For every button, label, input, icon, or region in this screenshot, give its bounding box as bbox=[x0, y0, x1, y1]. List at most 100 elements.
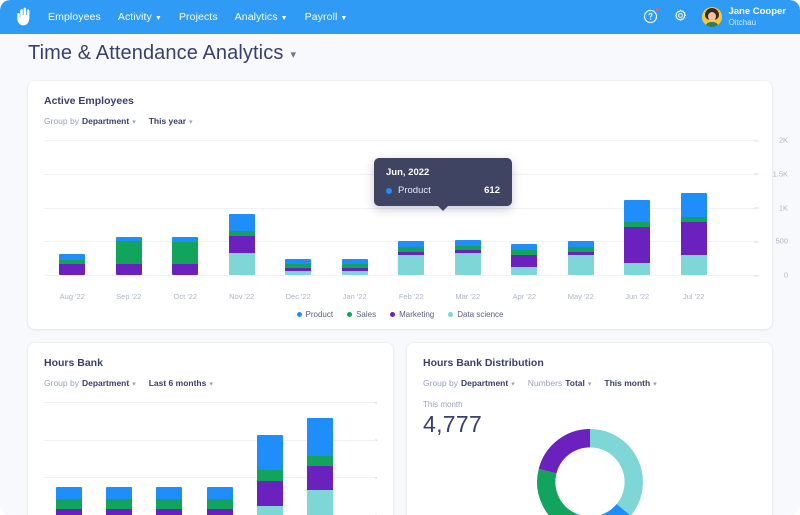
stacked-bar[interactable] bbox=[511, 243, 538, 275]
bar-segment-data-science[interactable] bbox=[285, 270, 312, 275]
bar-segment-data-science[interactable] bbox=[256, 505, 283, 515]
bar-segment-marketing[interactable] bbox=[115, 263, 142, 275]
bar-column[interactable] bbox=[44, 140, 101, 275]
bar-segment-data-science[interactable] bbox=[398, 254, 425, 275]
stacked-bar[interactable] bbox=[256, 435, 283, 515]
bar-segment-marketing[interactable] bbox=[172, 263, 199, 275]
filter-numbers[interactable]: Numbers Total ▾ bbox=[528, 378, 592, 388]
bar-segment-data-science[interactable] bbox=[624, 262, 651, 275]
bar-segment-product[interactable] bbox=[306, 418, 333, 456]
stacked-bar[interactable] bbox=[115, 236, 142, 275]
bar-column[interactable] bbox=[195, 402, 245, 515]
bar-segment-data-science[interactable] bbox=[567, 254, 594, 275]
filter-value: Department bbox=[81, 116, 130, 126]
bar-segment-marketing[interactable] bbox=[156, 508, 183, 515]
bar-segment-sales[interactable] bbox=[56, 499, 83, 509]
bar-segment-marketing[interactable] bbox=[59, 263, 86, 275]
legend-item-sales[interactable]: Sales bbox=[347, 310, 376, 319]
filter-group-by-department[interactable]: Group by Department ▾ bbox=[423, 378, 515, 388]
stacked-bar[interactable] bbox=[454, 239, 481, 275]
stacked-bar[interactable] bbox=[206, 487, 233, 515]
bar-segment-data-science[interactable] bbox=[511, 267, 538, 275]
bar-column[interactable] bbox=[157, 140, 214, 275]
bar-segment-sales[interactable] bbox=[206, 499, 233, 509]
bar-column[interactable] bbox=[609, 140, 666, 275]
bar-segment-data-science[interactable] bbox=[341, 270, 368, 275]
bar-column[interactable] bbox=[214, 140, 271, 275]
donut-slice-product[interactable] bbox=[571, 503, 630, 515]
bar-segment-marketing[interactable] bbox=[228, 235, 255, 253]
bar-segment-product[interactable] bbox=[56, 487, 83, 499]
filter-period[interactable]: This year ▾ bbox=[149, 116, 193, 126]
filter-period[interactable]: This month ▾ bbox=[604, 378, 656, 388]
stacked-bar[interactable] bbox=[56, 487, 83, 515]
nav-item-employees[interactable]: Employees bbox=[48, 11, 101, 23]
stacked-bar[interactable] bbox=[106, 487, 133, 515]
filter-period[interactable]: Last 6 months ▾ bbox=[149, 378, 213, 388]
stacked-bar[interactable] bbox=[624, 199, 651, 275]
bar-segment-marketing[interactable] bbox=[624, 227, 651, 263]
bar-column[interactable] bbox=[666, 140, 723, 275]
gear-icon[interactable] bbox=[672, 8, 689, 25]
stacked-bar[interactable] bbox=[156, 487, 183, 515]
bar-segment-product[interactable] bbox=[228, 214, 255, 232]
stacked-bar[interactable] bbox=[341, 259, 368, 275]
donut-slice-sales[interactable] bbox=[536, 468, 576, 515]
bar-segment-data-science[interactable] bbox=[454, 253, 481, 275]
bar-column[interactable] bbox=[94, 402, 144, 515]
stacked-bar[interactable] bbox=[172, 237, 199, 275]
bar-segment-sales[interactable] bbox=[256, 469, 283, 481]
bar-segment-marketing[interactable] bbox=[56, 508, 83, 515]
bar-segment-sales[interactable] bbox=[172, 241, 199, 264]
bar-column[interactable] bbox=[270, 140, 327, 275]
bar-segment-marketing[interactable] bbox=[206, 508, 233, 515]
bar-segment-product[interactable] bbox=[256, 435, 283, 470]
nav-item-activity[interactable]: Activity ▼ bbox=[118, 11, 162, 23]
bar-segment-marketing[interactable] bbox=[680, 222, 707, 255]
bar-segment-sales[interactable] bbox=[115, 241, 142, 264]
bar-segment-sales[interactable] bbox=[106, 499, 133, 509]
stacked-bar[interactable] bbox=[306, 418, 333, 515]
bar-column[interactable] bbox=[44, 402, 94, 515]
bar-segment-sales[interactable] bbox=[306, 455, 333, 466]
bar-segment-product[interactable] bbox=[680, 193, 707, 217]
stacked-bar[interactable] bbox=[398, 240, 425, 275]
bar-column[interactable] bbox=[245, 402, 295, 515]
bar-segment-product[interactable] bbox=[624, 199, 651, 223]
page-title[interactable]: Time & Attendance Analytics ▾ bbox=[28, 42, 800, 65]
stacked-bar[interactable] bbox=[228, 214, 255, 275]
bar-column[interactable] bbox=[101, 140, 158, 275]
bar-segment-product[interactable] bbox=[156, 487, 183, 499]
bar-segment-marketing[interactable] bbox=[256, 481, 283, 506]
filter-group-by-department[interactable]: Group by Department ▾ bbox=[44, 378, 136, 388]
hand-logo-icon[interactable] bbox=[14, 6, 34, 28]
nav-item-payroll[interactable]: Payroll ▼ bbox=[305, 11, 348, 23]
legend-item-product[interactable]: Product bbox=[296, 310, 333, 319]
user-menu[interactable]: Jane Cooper Oitchau bbox=[702, 6, 786, 27]
bar-segment-data-science[interactable] bbox=[228, 252, 255, 275]
bar-segment-marketing[interactable] bbox=[306, 466, 333, 490]
stacked-bar[interactable] bbox=[59, 253, 86, 275]
legend-item-marketing[interactable]: Marketing bbox=[390, 310, 434, 319]
help-circle-icon[interactable] bbox=[642, 7, 661, 25]
donut-slice-data-science[interactable] bbox=[589, 429, 643, 515]
filter-group-by-department[interactable]: Group by Department ▾ bbox=[44, 116, 136, 126]
donut-slice-marketing[interactable] bbox=[538, 429, 590, 474]
bar-segment-product[interactable] bbox=[106, 487, 133, 499]
legend-item-data-science[interactable]: Data science bbox=[448, 310, 503, 319]
bar-segment-data-science[interactable] bbox=[306, 490, 333, 515]
bar-segment-marketing[interactable] bbox=[511, 254, 538, 268]
bar-column[interactable] bbox=[295, 402, 345, 515]
nav-item-analytics[interactable]: Analytics ▼ bbox=[235, 11, 288, 23]
bar-segment-marketing[interactable] bbox=[106, 508, 133, 515]
bar-segment-sales[interactable] bbox=[156, 499, 183, 509]
stacked-bar[interactable] bbox=[680, 193, 707, 275]
nav-item-projects[interactable]: Projects bbox=[179, 11, 218, 23]
stacked-bar[interactable] bbox=[567, 240, 594, 275]
stacked-bar[interactable] bbox=[285, 259, 312, 275]
bar-column[interactable] bbox=[553, 140, 610, 275]
bar-column[interactable] bbox=[144, 402, 194, 515]
hours-bank-chart: 5001K1.5K2K bbox=[44, 402, 377, 515]
bar-segment-data-science[interactable] bbox=[680, 254, 707, 275]
bar-segment-product[interactable] bbox=[206, 487, 233, 499]
